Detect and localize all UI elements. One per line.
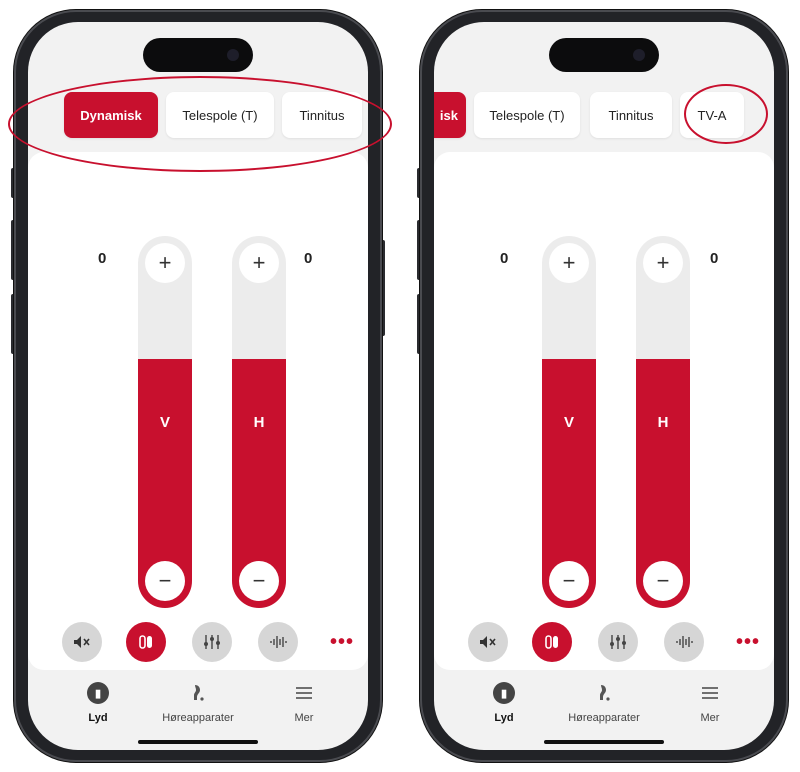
mute-button[interactable] [468, 622, 508, 662]
tab-tinnitus[interactable]: Tinnitus [282, 92, 362, 138]
right-plus-button[interactable]: + [643, 243, 683, 283]
hearing-aids-icon [139, 635, 152, 649]
toolbar: ••• [28, 622, 368, 662]
hamburger-menu-icon [702, 687, 718, 699]
left-slider-label: V [563, 414, 574, 431]
left-volume-value: 0 [500, 250, 509, 267]
equalizer-button[interactable] [192, 622, 232, 662]
tab-telespole[interactable]: Telespole (T) [474, 92, 580, 138]
soundwave-icon [676, 636, 693, 648]
hearing-aid-icon [600, 685, 610, 701]
speaker-mute-icon [480, 636, 496, 648]
right-minus-button[interactable]: − [239, 561, 279, 601]
right-minus-button[interactable]: − [643, 561, 683, 601]
hearing-aids-icon [545, 635, 558, 649]
bottom-nav: ▮ Lyd Høreapparater Mer [434, 674, 774, 750]
tab-tv-a[interactable]: TV-A [680, 92, 744, 138]
nav-more[interactable]: Mer [254, 678, 354, 724]
nav-hearing-aids-label: Høreapparater [162, 712, 234, 724]
left-plus-button[interactable]: + [549, 243, 589, 283]
equalizer-icon [204, 635, 220, 649]
nav-more[interactable]: Mer [660, 678, 760, 724]
app-screen: isk Telespole (T) Tinnitus TV-A 0 V + − … [434, 22, 774, 750]
left-volume-slider[interactable]: V + − [138, 236, 192, 608]
speaker-mute-icon [74, 636, 90, 648]
right-volume-slider[interactable]: H + − [232, 236, 286, 608]
volume-panel: 0 V + − H + − 0 ••• [434, 152, 774, 670]
remote-control-icon: ▮ [87, 682, 109, 704]
nav-hearing-aids[interactable]: Høreapparater [554, 678, 654, 724]
program-tabs: Dynamisk Telespole (T) Tinnitus [28, 92, 368, 138]
app-screen: Dynamisk Telespole (T) Tinnitus 0 V + − … [28, 22, 368, 750]
tab-dynamisk[interactable]: isk [434, 92, 466, 138]
hearing-aids-button[interactable] [126, 622, 166, 662]
soundwave-button[interactable] [258, 622, 298, 662]
soundwave-icon [270, 636, 287, 648]
nav-sound[interactable]: ▮ Lyd [48, 678, 148, 724]
hamburger-menu-icon [296, 687, 312, 699]
left-minus-button[interactable]: − [549, 561, 589, 601]
left-slider-label: V [159, 414, 170, 431]
tab-telespole[interactable]: Telespole (T) [166, 92, 274, 138]
right-slider-label: H [253, 414, 265, 431]
home-indicator [138, 740, 258, 744]
hearing-aid-icon [194, 685, 204, 701]
mute-button[interactable] [62, 622, 102, 662]
more-button[interactable]: ••• [728, 622, 768, 662]
left-plus-button[interactable]: + [145, 243, 185, 283]
phone-right: isk Telespole (T) Tinnitus TV-A 0 V + − … [417, 10, 788, 762]
equalizer-button[interactable] [598, 622, 638, 662]
nav-sound-label: Lyd [494, 712, 514, 724]
right-plus-button[interactable]: + [239, 243, 279, 283]
equalizer-icon [610, 635, 626, 649]
remote-control-icon: ▮ [493, 682, 515, 704]
home-indicator [544, 740, 664, 744]
right-volume-value: 0 [304, 250, 313, 267]
volume-panel: 0 V + − H + − 0 ••• [28, 152, 368, 670]
bottom-nav: ▮ Lyd Høreapparater Mer [28, 674, 368, 750]
more-button[interactable]: ••• [322, 622, 362, 662]
hearing-aids-button[interactable] [532, 622, 572, 662]
nav-sound[interactable]: ▮ Lyd [454, 678, 554, 724]
left-minus-button[interactable]: − [145, 561, 185, 601]
soundwave-button[interactable] [664, 622, 704, 662]
tab-dynamisk[interactable]: Dynamisk [64, 92, 158, 138]
right-volume-value: 0 [710, 250, 719, 267]
nav-hearing-aids[interactable]: Høreapparater [148, 678, 248, 724]
program-tabs: isk Telespole (T) Tinnitus TV-A [434, 92, 774, 138]
toolbar: ••• [434, 622, 774, 662]
nav-hearing-aids-label: Høreapparater [568, 712, 640, 724]
tab-tinnitus[interactable]: Tinnitus [590, 92, 672, 138]
left-volume-value: 0 [98, 250, 107, 267]
phone-left: Dynamisk Telespole (T) Tinnitus 0 V + − … [8, 10, 392, 762]
nav-more-label: Mer [700, 712, 720, 724]
left-volume-slider[interactable]: V + − [542, 236, 596, 608]
right-slider-label: H [657, 414, 669, 431]
nav-sound-label: Lyd [88, 712, 108, 724]
right-volume-slider[interactable]: H + − [636, 236, 690, 608]
nav-more-label: Mer [294, 712, 314, 724]
